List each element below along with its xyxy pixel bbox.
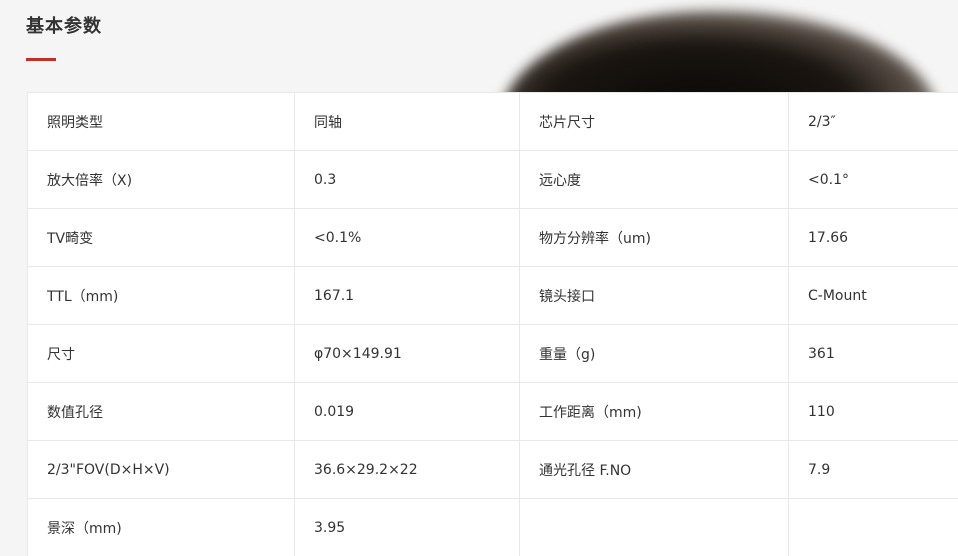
spec-label: 2/3"FOV(D×H×V)	[27, 440, 295, 499]
spec-value	[788, 498, 958, 556]
spec-label: 镜头接口	[519, 266, 789, 325]
table-row: 照明类型 同轴 芯片尺寸 2/3″	[27, 92, 958, 151]
table-row: TV畸变 <0.1% 物方分辨率（um) 17.66	[27, 208, 958, 267]
spec-label: 尺寸	[27, 324, 295, 383]
spec-label: 工作距离（mm)	[519, 382, 789, 441]
spec-label: 放大倍率（X)	[27, 150, 295, 209]
spec-value: 同轴	[294, 92, 520, 151]
spec-label: 照明类型	[27, 92, 295, 151]
spec-label: TV畸变	[27, 208, 295, 267]
spec-value: 36.6×29.2×22	[294, 440, 520, 499]
spec-value: φ70×149.91	[294, 324, 520, 383]
spec-value: C-Mount	[788, 266, 958, 325]
spec-label: 重量（g)	[519, 324, 789, 383]
spec-label	[519, 498, 789, 556]
section-title: 基本参数	[26, 16, 102, 37]
spec-value: 7.9	[788, 440, 958, 499]
spec-value: 0.3	[294, 150, 520, 209]
spec-label: 通光孔径 F.NO	[519, 440, 789, 499]
spec-value: 361	[788, 324, 958, 383]
table-row: 尺寸 φ70×149.91 重量（g) 361	[27, 324, 958, 383]
spec-label: TTL（mm)	[27, 266, 295, 325]
table-row: 景深（mm) 3.95	[27, 498, 958, 556]
title-underline	[26, 58, 56, 61]
spec-label: 数值孔径	[27, 382, 295, 441]
table-row: 数值孔径 0.019 工作距离（mm) 110	[27, 382, 958, 441]
spec-value: 110	[788, 382, 958, 441]
spec-value: 3.95	[294, 498, 520, 556]
table-row: 2/3"FOV(D×H×V) 36.6×29.2×22 通光孔径 F.NO 7.9	[27, 440, 958, 499]
spec-value: 2/3″	[788, 92, 958, 151]
spec-value: 167.1	[294, 266, 520, 325]
spec-label: 物方分辨率（um)	[519, 208, 789, 267]
table-row: 放大倍率（X) 0.3 远心度 <0.1°	[27, 150, 958, 209]
spec-value: <0.1%	[294, 208, 520, 267]
spec-table-body: 照明类型 同轴 芯片尺寸 2/3″ 放大倍率（X) 0.3 远心度 <0.1° TV畸变 <0.1…	[27, 92, 958, 556]
spec-label: 远心度	[519, 150, 789, 209]
spec-table-container: 照明类型 同轴 芯片尺寸 2/3″ 放大倍率（X) 0.3 远心度 <0.1° TV畸变 <0.1…	[27, 92, 958, 556]
spec-label: 景深（mm)	[27, 498, 295, 556]
spec-value: <0.1°	[788, 150, 958, 209]
table-row: TTL（mm) 167.1 镜头接口 C-Mount	[27, 266, 958, 325]
spec-label: 芯片尺寸	[519, 92, 789, 151]
spec-table: 照明类型 同轴 芯片尺寸 2/3″ 放大倍率（X) 0.3 远心度 <0.1° TV畸变 <0.1…	[27, 92, 958, 556]
spec-value: 17.66	[788, 208, 958, 267]
spec-value: 0.019	[294, 382, 520, 441]
